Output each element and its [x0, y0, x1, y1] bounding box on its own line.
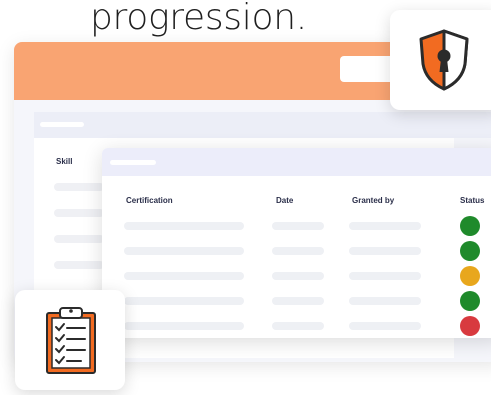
status-indicator: [460, 291, 480, 311]
column-header-granted-by: Granted by: [352, 196, 395, 205]
cell-placeholder: [272, 247, 324, 255]
cell-placeholder: [272, 297, 324, 305]
shield-keyhole-icon: [419, 29, 469, 91]
clipboard-checklist-icon: [46, 307, 96, 374]
skill-placeholder: [54, 261, 104, 269]
cell-placeholder: [349, 247, 421, 255]
cell-placeholder: [272, 272, 324, 280]
clipboard-card: [15, 290, 125, 390]
column-header-status: Status: [460, 196, 485, 205]
certifications-card-header: [102, 148, 491, 176]
status-indicator: [460, 241, 480, 261]
cell-placeholder: [349, 297, 421, 305]
column-header-date: Date: [276, 196, 294, 205]
cell-placeholder: [124, 272, 244, 280]
skill-column-header: Skill: [56, 157, 73, 166]
shield-card: [390, 10, 491, 110]
status-indicator: [460, 266, 480, 286]
cell-placeholder: [349, 272, 421, 280]
column-header-certification: Certification: [126, 196, 173, 205]
cell-placeholder: [124, 297, 244, 305]
skill-placeholder: [54, 183, 104, 191]
cell-placeholder: [124, 322, 244, 330]
cell-placeholder: [272, 322, 324, 330]
certifications-card: Certification Date Granted by Status: [102, 148, 491, 338]
status-indicator: [460, 216, 480, 236]
headline-text: progression.: [90, 0, 307, 38]
cell-placeholder: [272, 222, 324, 230]
cell-placeholder: [124, 222, 244, 230]
cell-placeholder: [349, 322, 421, 330]
cell-placeholder: [124, 247, 244, 255]
cell-placeholder: [349, 222, 421, 230]
status-indicator: [460, 316, 480, 336]
skill-placeholder: [54, 209, 104, 217]
header-placeholder: [110, 160, 156, 165]
toolbar-placeholder: [40, 122, 84, 127]
skill-placeholder: [54, 235, 104, 243]
back-window-toolbar: [34, 112, 491, 138]
